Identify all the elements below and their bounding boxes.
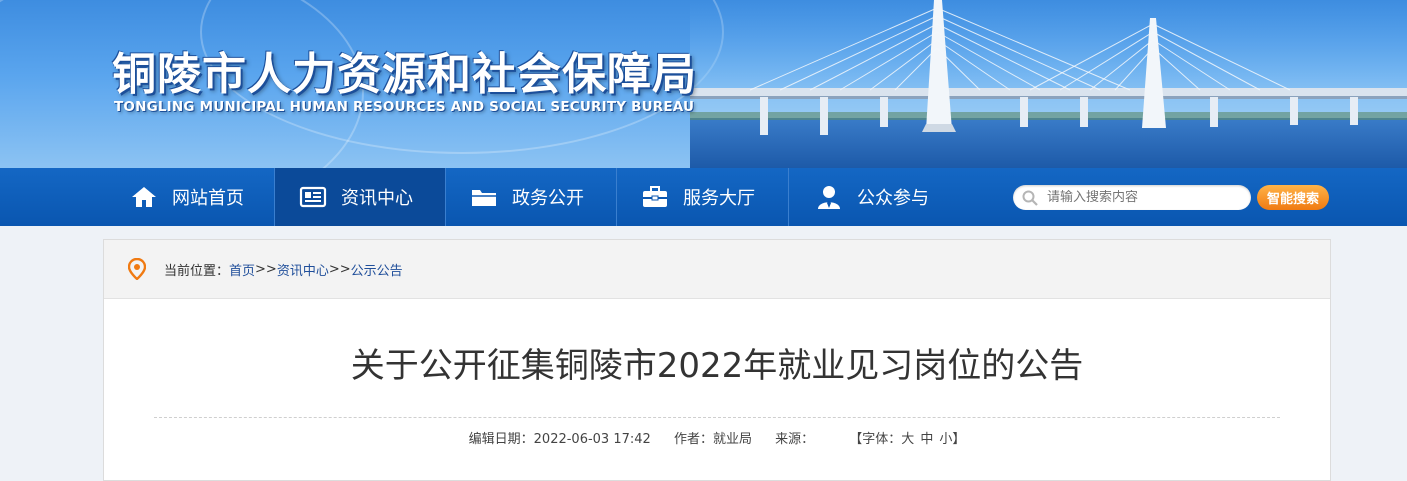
site-banner: 铜陵市人力资源和社会保障局 TONGLING MUNICIPAL HUMAN R… <box>0 0 1407 168</box>
folder-icon <box>470 183 498 211</box>
search-icon <box>1013 190 1047 206</box>
home-icon <box>130 183 158 211</box>
edit-date-value: 2022-06-03 17:42 <box>533 432 651 447</box>
smart-search-button[interactable]: 智能搜索 <box>1257 185 1329 210</box>
breadcrumb-prefix: 当前位置： <box>164 263 230 279</box>
author-value: 就业局 <box>712 432 752 447</box>
breadcrumb: 当前位置： 首页 >> 资讯中心 >> 公示公告 <box>104 240 1330 299</box>
nav-label: 公众参与 <box>857 188 929 209</box>
breadcrumb-link-announcements[interactable]: 公示公告 <box>351 260 403 279</box>
edit-date-label: 编辑日期： <box>468 432 534 447</box>
nav-item-government-affairs[interactable]: 政务公开 <box>446 168 616 226</box>
user-icon <box>815 183 843 211</box>
nav-item-news[interactable]: 资讯中心 <box>275 168 445 226</box>
site-subtitle: TONGLING MUNICIPAL HUMAN RESOURCES AND S… <box>114 99 695 115</box>
bridge-image <box>690 0 1407 168</box>
font-size-medium[interactable]: 中 <box>920 432 933 447</box>
font-size-controls: 【字体：大中小】 <box>849 432 965 447</box>
search-input[interactable] <box>1047 190 1237 205</box>
site-title: 铜陵市人力资源和社会保障局 <box>112 49 697 100</box>
briefcase-icon <box>641 183 669 211</box>
nav-label: 资讯中心 <box>341 188 413 209</box>
nav-label: 政务公开 <box>512 188 584 209</box>
source-label: 来源： <box>775 432 815 447</box>
author-label: 作者： <box>673 432 713 447</box>
font-size-close: 】 <box>952 432 966 447</box>
content-panel: 当前位置： 首页 >> 资讯中心 >> 公示公告 关于公开征集铜陵市2022年就… <box>103 239 1331 481</box>
news-icon <box>299 183 327 211</box>
nav-label: 服务大厅 <box>683 188 755 209</box>
source: 来源： <box>775 432 814 447</box>
nav-item-public-participation[interactable]: 公众参与 <box>789 168 959 226</box>
breadcrumb-link-news[interactable]: 资讯中心 <box>277 260 329 279</box>
location-pin-icon <box>128 258 146 280</box>
breadcrumb-separator: >> <box>328 261 351 277</box>
breadcrumb-link-home[interactable]: 首页 <box>229 260 255 279</box>
divider <box>154 417 1280 418</box>
search-box <box>1013 185 1251 210</box>
nav-item-home[interactable]: 网站首页 <box>112 168 274 226</box>
edit-date: 编辑日期：2022-06-03 17:42 <box>469 432 651 447</box>
breadcrumb-separator: >> <box>255 261 277 277</box>
nav-item-service-hall[interactable]: 服务大厅 <box>617 168 788 226</box>
nav-label: 网站首页 <box>172 188 244 209</box>
author: 作者：就业局 <box>674 432 752 447</box>
article-title: 关于公开征集铜陵市2022年就业见习岗位的公告 <box>350 346 1084 386</box>
font-size-large[interactable]: 大 <box>901 432 914 447</box>
font-size-small[interactable]: 小 <box>939 432 952 447</box>
font-size-open: 【字体： <box>849 432 902 447</box>
article-meta: 编辑日期：2022-06-03 17:42 作者：就业局 来源： 【字体：大中小… <box>104 428 1330 447</box>
